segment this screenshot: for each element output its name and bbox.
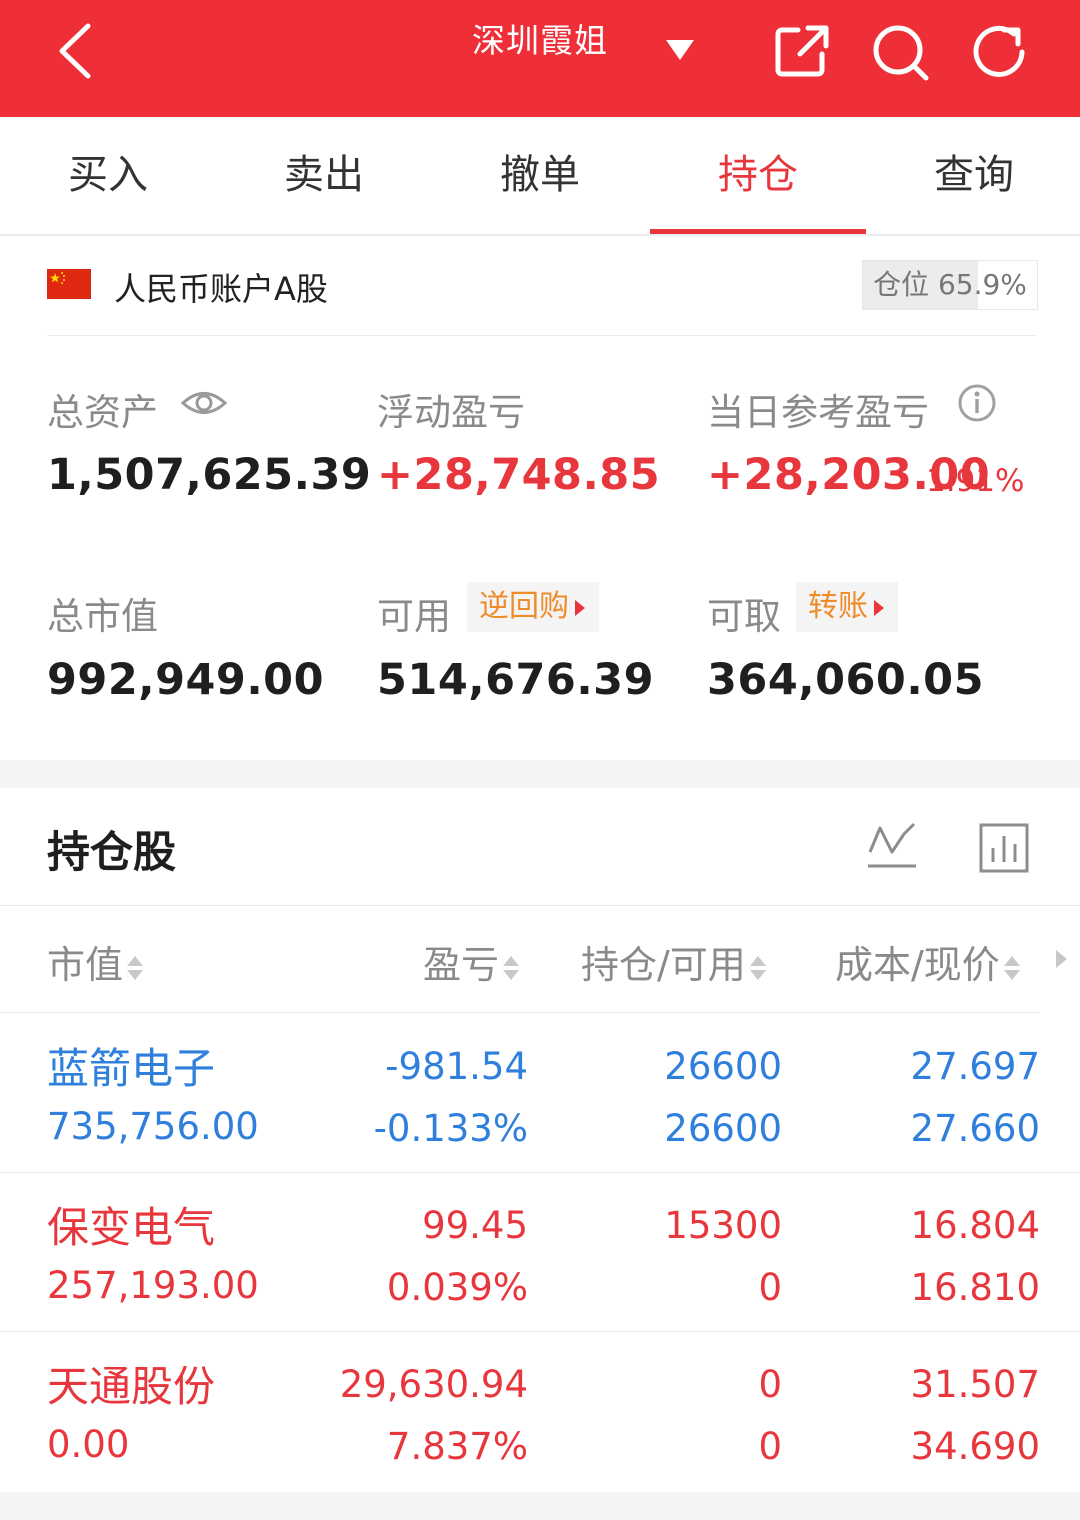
stock-cost: 27.697 — [910, 1045, 1040, 1088]
column-header-cost-price[interactable]: 成本/现价 — [835, 934, 1022, 989]
stock-pl: 29,630.94 — [339, 1363, 528, 1406]
stock-pl-percent: 7.837% — [386, 1425, 528, 1468]
daily-pl-percent: 1.91% — [926, 463, 1025, 499]
total-assets-label: 总资产 — [47, 391, 158, 434]
top-bar: 深圳霞姐 — [0, 0, 1080, 117]
tab-holdings[interactable]: 持仓 — [650, 117, 866, 234]
share-icon[interactable] — [772, 22, 832, 82]
withdrawable-label: 可取 — [707, 595, 781, 638]
stock-hold: 26600 — [664, 1045, 782, 1088]
tab-cancel[interactable]: 撤单 — [432, 117, 648, 234]
arrow-right-icon — [575, 599, 585, 616]
reverse-repo-button[interactable]: 逆回购 — [467, 582, 599, 632]
stock-available: 0 — [758, 1425, 782, 1468]
trend-chart-icon[interactable] — [866, 820, 918, 872]
divider — [0, 1172, 1080, 1173]
china-flag-icon — [47, 269, 91, 299]
sort-icon — [1003, 955, 1020, 980]
transfer-label: 转账 — [808, 589, 868, 624]
holding-row[interactable]: 天通股份 0.00 29,630.94 7.837% 0 0 31.507 34… — [0, 1333, 1080, 1491]
divider — [0, 905, 1080, 906]
stock-name: 蓝箭电子 — [47, 1044, 216, 1093]
account-name[interactable]: 人民币账户A股 — [114, 264, 328, 310]
transfer-button[interactable]: 转账 — [796, 582, 898, 632]
sort-icon — [749, 955, 766, 980]
position-ratio-badge[interactable]: 仓位 65.9% — [862, 260, 1038, 310]
column-header-pl[interactable]: 盈亏 — [423, 934, 521, 989]
scroll-right-icon[interactable] — [1056, 950, 1067, 968]
column-header-market-value[interactable]: 市值 — [47, 934, 145, 989]
floating-pl-label: 浮动盈亏 — [377, 391, 525, 434]
sort-icon — [503, 955, 520, 980]
stock-cost: 31.507 — [910, 1363, 1040, 1406]
holdings-title: 持仓股 — [47, 828, 176, 878]
position-ratio-label: 仓位 65.9% — [873, 268, 1027, 301]
sort-icon — [127, 955, 144, 980]
stock-pl-percent: -0.133% — [373, 1107, 528, 1150]
stock-name: 天通股份 — [47, 1362, 216, 1411]
withdrawable-value: 364,060.05 — [707, 655, 985, 705]
stock-hold: 0 — [758, 1363, 782, 1406]
section-gap — [0, 1492, 1080, 1520]
stock-available: 26600 — [664, 1107, 782, 1150]
stock-price: 16.810 — [910, 1266, 1040, 1309]
column-header-hold-available[interactable]: 持仓/可用 — [581, 934, 768, 989]
available-label: 可用 — [377, 595, 451, 638]
active-tab-indicator — [650, 229, 866, 234]
stock-hold: 15300 — [664, 1204, 782, 1247]
divider — [47, 335, 1037, 336]
divider — [0, 1012, 1040, 1013]
holding-row[interactable]: 蓝箭电子 735,756.00 -981.54 -0.133% 26600 26… — [0, 1015, 1080, 1173]
stock-name: 保变电气 — [47, 1203, 216, 1252]
market-value-label: 总市值 — [47, 595, 158, 638]
stock-pl: 99.45 — [422, 1204, 528, 1247]
holding-row[interactable]: 保变电气 257,193.00 99.45 0.039% 15300 0 16.… — [0, 1174, 1080, 1332]
reverse-repo-label: 逆回购 — [479, 589, 569, 624]
available-value: 514,676.39 — [377, 655, 655, 705]
divider — [0, 1331, 1080, 1332]
dropdown-icon[interactable] — [664, 38, 696, 62]
refresh-icon[interactable] — [970, 22, 1030, 82]
floating-pl-value: +28,748.85 — [377, 450, 661, 500]
daily-pl-label: 当日参考盈亏 — [707, 391, 929, 434]
search-icon[interactable] — [870, 22, 930, 82]
bar-chart-icon[interactable] — [978, 822, 1030, 874]
tab-buy[interactable]: 买入 — [0, 117, 216, 234]
section-gap — [0, 760, 1080, 788]
eye-icon[interactable] — [180, 386, 228, 420]
stock-market-value: 0.00 — [47, 1423, 130, 1466]
info-icon[interactable] — [957, 383, 997, 423]
tab-sell[interactable]: 卖出 — [216, 117, 432, 234]
stock-price: 27.660 — [910, 1107, 1040, 1150]
account-row: 人民币账户A股 仓位 65.9% — [0, 236, 1080, 336]
stock-available: 0 — [758, 1266, 782, 1309]
stock-market-value: 257,193.00 — [47, 1264, 259, 1307]
stock-pl-percent: 0.039% — [386, 1266, 528, 1309]
trade-tabs: 买入 卖出 撤单 持仓 查询 — [0, 117, 1080, 236]
stock-cost: 16.804 — [910, 1204, 1040, 1247]
tab-query[interactable]: 查询 — [866, 117, 1080, 234]
arrow-right-icon — [874, 599, 884, 616]
stock-market-value: 735,756.00 — [47, 1105, 259, 1148]
market-value-value: 992,949.00 — [47, 655, 325, 705]
stock-pl: -981.54 — [385, 1045, 528, 1088]
total-assets-value: 1,507,625.39 — [47, 450, 372, 500]
stock-price: 34.690 — [910, 1425, 1040, 1468]
